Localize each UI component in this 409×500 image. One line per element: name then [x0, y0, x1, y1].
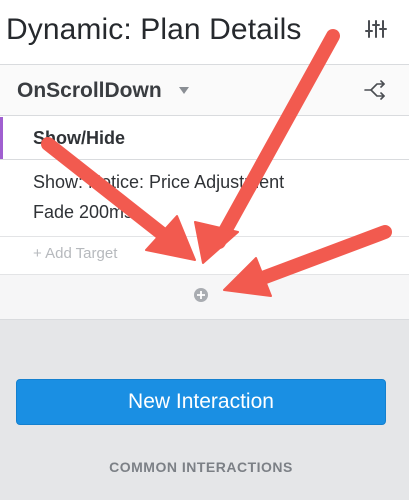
interaction-panel: OnScrollDown Show/Hide Show: Notice: Pri…	[0, 64, 409, 320]
target-row[interactable]: Show: Notice: Price Adjustment Fade 200m…	[0, 160, 409, 237]
add-action-row	[0, 275, 409, 320]
action-accent	[0, 117, 3, 159]
caret-down-icon[interactable]	[179, 87, 189, 94]
page-title: Dynamic: Plan Details	[6, 13, 302, 46]
sliders-icon[interactable]	[365, 18, 387, 40]
target-animation: Fade 200ms	[33, 202, 134, 222]
trigger-row[interactable]: OnScrollDown	[0, 64, 409, 116]
new-interaction-button[interactable]: New Interaction	[16, 379, 386, 425]
action-row[interactable]: Show/Hide	[0, 117, 409, 160]
common-interactions-heading: COMMON INTERACTIONS	[109, 459, 293, 475]
trigger-label[interactable]: OnScrollDown	[17, 79, 162, 103]
shuffle-icon[interactable]	[364, 79, 386, 101]
add-target-link[interactable]: + Add Target	[33, 245, 117, 262]
action-label: Show/Hide	[33, 128, 126, 148]
add-target-row[interactable]: + Add Target	[0, 237, 409, 275]
header: Dynamic: Plan Details	[0, 0, 409, 64]
plus-circle-icon[interactable]	[193, 287, 209, 303]
target-description: Show: Notice: Price Adjustment	[33, 172, 285, 192]
